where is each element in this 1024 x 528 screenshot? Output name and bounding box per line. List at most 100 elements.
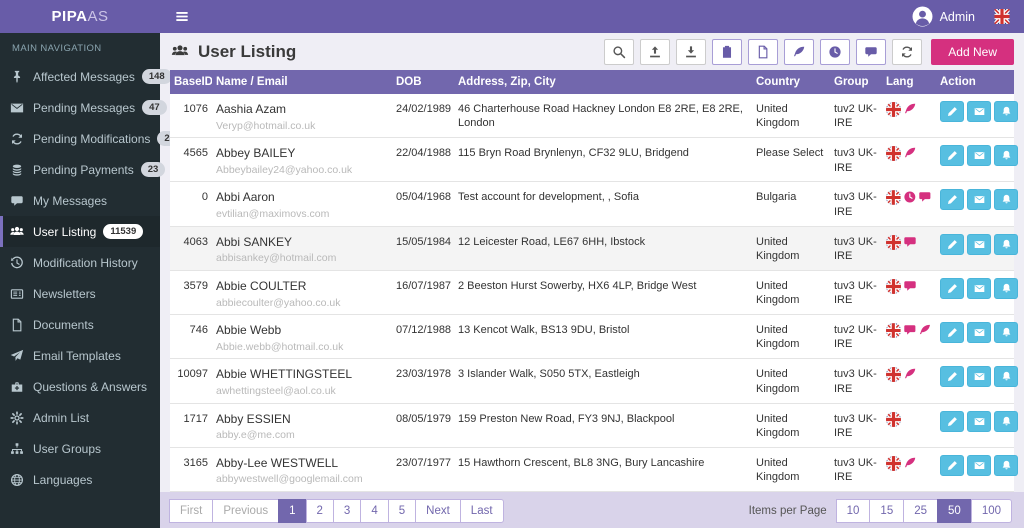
- sidebar-item[interactable]: Newsletters: [0, 278, 160, 309]
- toolbar-button[interactable]: [640, 39, 670, 65]
- sidebar-item[interactable]: My Messages: [0, 185, 160, 216]
- action-button[interactable]: [967, 101, 991, 122]
- toolbar-button[interactable]: [712, 39, 742, 65]
- column-header[interactable]: Lang: [882, 70, 936, 94]
- action-button[interactable]: [994, 322, 1018, 343]
- cell-address: 115 Bryn Road Brynlenyn, CF32 9LU, Bridg…: [454, 138, 752, 181]
- table-row[interactable]: 4565 Abbey BAILEY Abbeybailey24@yahoo.co…: [170, 138, 1014, 182]
- page-button[interactable]: Last: [460, 499, 504, 523]
- sidebar-item[interactable]: Questions & Answers: [0, 371, 160, 402]
- action-button[interactable]: [940, 366, 964, 387]
- sidebar-item[interactable]: Pending Payments 23: [0, 154, 160, 185]
- action-button[interactable]: [967, 234, 991, 255]
- action-button[interactable]: [994, 455, 1018, 476]
- items-per-page-label: Items per Page: [749, 505, 827, 517]
- page-size-button[interactable]: 10: [836, 499, 871, 523]
- column-header[interactable]: Name / Email: [212, 70, 392, 94]
- uk-flag-icon[interactable]: [991, 9, 1013, 24]
- table-row[interactable]: 0 Abbi Aaron evtilian@maximovs.com 05/04…: [170, 182, 1014, 226]
- cell-actions: [936, 138, 1022, 181]
- sidebar-item[interactable]: Modification History: [0, 247, 160, 278]
- sidebar-item[interactable]: Pending Modifications 247: [0, 123, 160, 154]
- toolbar-button[interactable]: [892, 39, 922, 65]
- action-button[interactable]: [940, 145, 964, 166]
- chat-icon: [10, 194, 24, 208]
- action-button[interactable]: [940, 234, 964, 255]
- action-button[interactable]: [994, 101, 1018, 122]
- page-button[interactable]: 3: [333, 499, 361, 523]
- table-row[interactable]: 3579 Abbie COULTER abbiecoulter@yahoo.co…: [170, 271, 1014, 315]
- sidebar-item[interactable]: Affected Messages 148: [0, 61, 160, 92]
- add-new-button[interactable]: Add New: [931, 39, 1014, 65]
- toolbar-button[interactable]: [784, 39, 814, 65]
- table-row[interactable]: 1076 Aashia Azam Veryp@hotmail.co.uk 24/…: [170, 94, 1014, 138]
- cell-name-email: Abbey BAILEY Abbeybailey24@yahoo.co.uk: [212, 138, 392, 181]
- column-header[interactable]: Group: [830, 70, 882, 94]
- page-button[interactable]: 5: [388, 499, 416, 523]
- user-menu[interactable]: Admin: [940, 10, 975, 24]
- action-button[interactable]: [994, 278, 1018, 299]
- table-row[interactable]: 746 Abbie Webb Abbie.webb@hotmail.co.uk …: [170, 315, 1014, 359]
- toolbar-button[interactable]: [676, 39, 706, 65]
- toolbar-button[interactable]: [748, 39, 778, 65]
- newspaper-icon: [10, 287, 24, 301]
- hamburger-menu-icon[interactable]: [174, 10, 190, 23]
- column-header[interactable]: DOB: [392, 70, 454, 94]
- toolbar-button[interactable]: [604, 39, 634, 65]
- sidebar-item[interactable]: Email Templates: [0, 340, 160, 371]
- envelope-icon: [974, 416, 985, 427]
- page-button[interactable]: Previous: [212, 499, 279, 523]
- column-header[interactable]: Action: [936, 70, 1014, 94]
- page-button[interactable]: 1: [278, 499, 306, 523]
- action-button[interactable]: [967, 189, 991, 210]
- page-button[interactable]: First: [169, 499, 213, 523]
- bell-icon: [1001, 150, 1012, 161]
- page-size-button[interactable]: 100: [971, 499, 1012, 523]
- logo-text-bold: PIPA: [52, 8, 88, 25]
- action-button[interactable]: [940, 322, 964, 343]
- page-size-button[interactable]: 15: [869, 499, 904, 523]
- action-button[interactable]: [994, 234, 1018, 255]
- column-header[interactable]: Country: [752, 70, 830, 94]
- cell-actions: [936, 448, 1022, 491]
- toolbar-button[interactable]: [856, 39, 886, 65]
- sidebar-item[interactable]: Admin List: [0, 402, 160, 433]
- sidebar-item[interactable]: Languages: [0, 464, 160, 495]
- action-button[interactable]: [967, 145, 991, 166]
- user-email: abbisankey@hotmail.com: [216, 252, 388, 266]
- action-button[interactable]: [940, 278, 964, 299]
- page-button[interactable]: Next: [415, 499, 461, 523]
- refresh-icon: [10, 132, 24, 146]
- sidebar-item[interactable]: User Listing 11539: [0, 216, 160, 247]
- toolbar-button[interactable]: [820, 39, 850, 65]
- page-size-button[interactable]: 50: [937, 499, 972, 523]
- action-button[interactable]: [967, 322, 991, 343]
- page-button[interactable]: 2: [306, 499, 334, 523]
- table-row[interactable]: 1717 Abby ESSIEN abby.e@me.com 08/05/197…: [170, 404, 1014, 448]
- page-size-button[interactable]: 25: [903, 499, 938, 523]
- table-row[interactable]: 3165 Abby-Lee WESTWELL abbywestwell@goog…: [170, 448, 1014, 492]
- table-row[interactable]: 10097 Abbie WHETTINGSTEEL awhettingsteel…: [170, 359, 1014, 403]
- action-button[interactable]: [994, 366, 1018, 387]
- page-button[interactable]: 4: [360, 499, 388, 523]
- action-button[interactable]: [994, 145, 1018, 166]
- app-logo[interactable]: PIPAAS: [0, 0, 160, 33]
- sidebar-item[interactable]: Documents: [0, 309, 160, 340]
- action-button[interactable]: [940, 189, 964, 210]
- column-header[interactable]: BaseID: [170, 70, 212, 94]
- action-button[interactable]: [967, 278, 991, 299]
- action-button[interactable]: [994, 411, 1018, 432]
- action-button[interactable]: [940, 455, 964, 476]
- user-avatar-icon[interactable]: [912, 6, 933, 27]
- action-button[interactable]: [994, 189, 1018, 210]
- sidebar-item-label: Documents: [33, 318, 94, 332]
- action-button[interactable]: [967, 366, 991, 387]
- action-button[interactable]: [940, 101, 964, 122]
- action-button[interactable]: [940, 411, 964, 432]
- action-button[interactable]: [967, 455, 991, 476]
- sidebar-item[interactable]: Pending Messages 47: [0, 92, 160, 123]
- column-header[interactable]: Address, Zip, City: [454, 70, 752, 94]
- table-row[interactable]: 4063 Abbi SANKEY abbisankey@hotmail.com …: [170, 227, 1014, 271]
- sidebar-item[interactable]: User Groups: [0, 433, 160, 464]
- action-button[interactable]: [967, 411, 991, 432]
